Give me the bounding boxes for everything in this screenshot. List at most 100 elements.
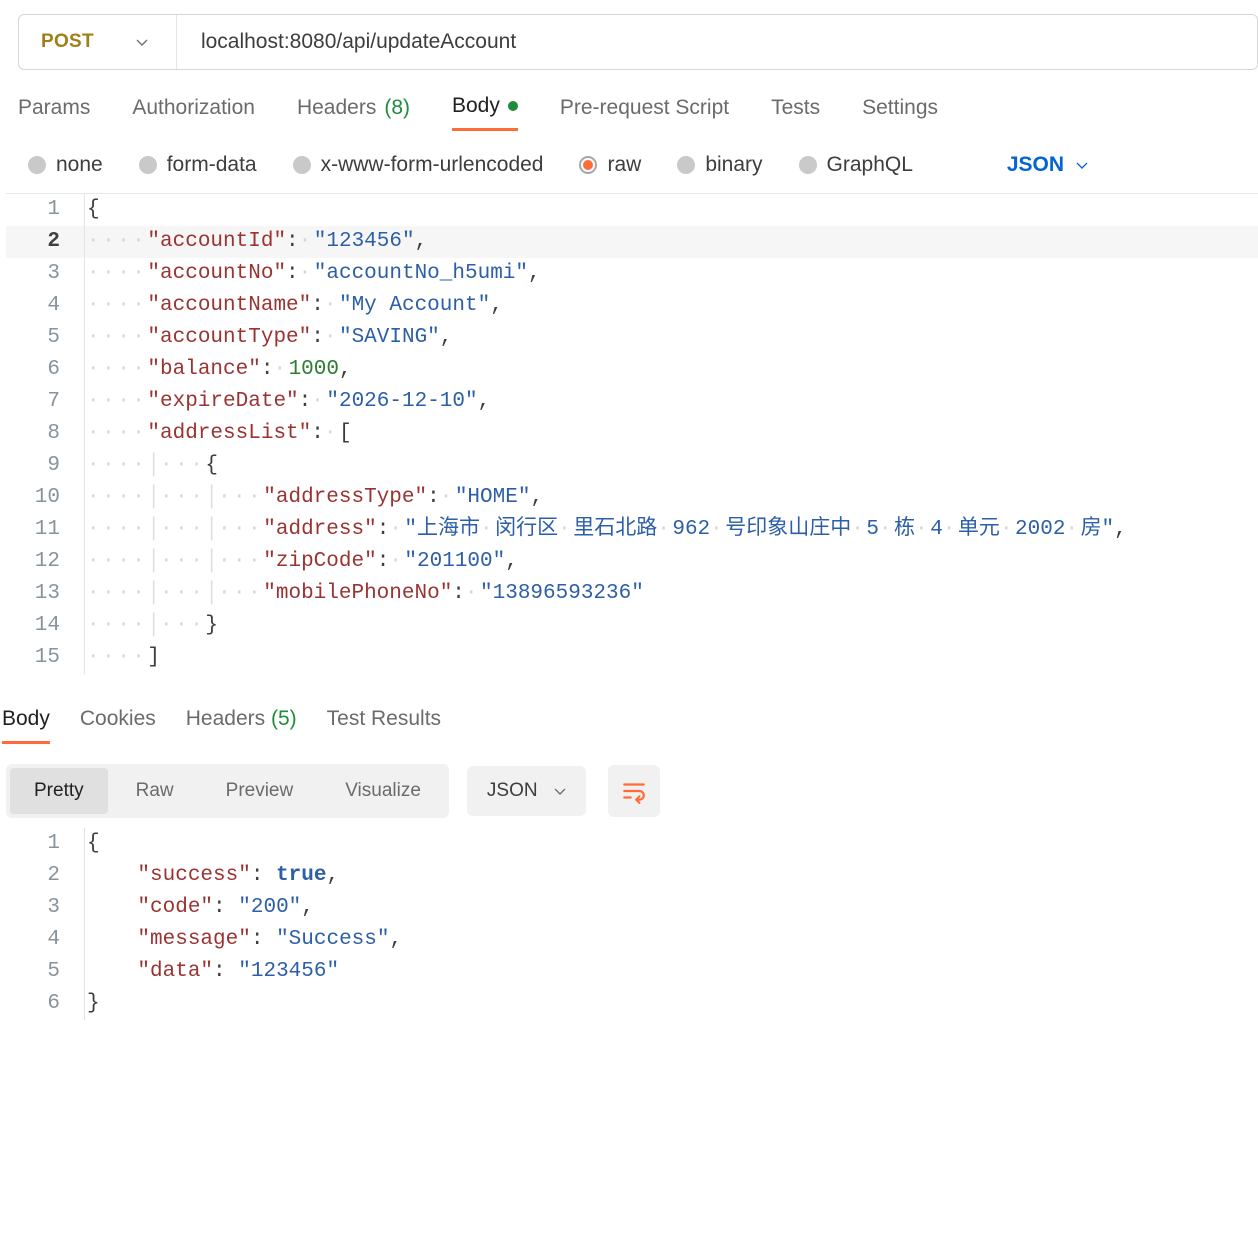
code-line[interactable]: 7····"expireDate":·"2026-12-10",	[6, 386, 1258, 418]
radio-icon	[139, 156, 157, 174]
code-line[interactable]: 13····│···│···"mobilePhoneNo":·"13896593…	[6, 578, 1258, 610]
code-line[interactable]: 9····│···{	[6, 450, 1258, 482]
view-visualize-button[interactable]: Visualize	[321, 768, 445, 814]
body-type-binary[interactable]: binary	[677, 153, 762, 177]
view-pretty-button[interactable]: Pretty	[10, 768, 108, 814]
body-type-none[interactable]: none	[28, 153, 103, 177]
line-number: 10	[6, 482, 84, 514]
body-type-urlencoded[interactable]: x-www-form-urlencoded	[293, 153, 544, 177]
response-view-controls: Pretty Raw Preview Visualize JSON	[6, 764, 1258, 818]
code-line[interactable]: 14····│···}	[6, 610, 1258, 642]
line-number: 4	[6, 924, 84, 956]
code-content: }	[84, 988, 100, 1020]
code-content: ····│···│···"mobilePhoneNo":·"1389659323…	[84, 578, 644, 610]
body-type-raw-label: raw	[607, 153, 641, 177]
line-number: 9	[6, 450, 84, 482]
tab-headers[interactable]: Headers (8)	[297, 96, 410, 130]
code-line[interactable]: 8····"addressList":·[	[6, 418, 1258, 450]
radio-icon	[293, 156, 311, 174]
code-line[interactable]: 6····"balance":·1000,	[6, 354, 1258, 386]
code-content: ····│···│···"zipCode":·"201100",	[84, 546, 518, 578]
tab-params[interactable]: Params	[18, 96, 90, 130]
tab-tests[interactable]: Tests	[771, 96, 820, 130]
http-method-select[interactable]: POST	[19, 15, 177, 69]
code-line[interactable]: 3····"accountNo":·"accountNo_h5umi",	[6, 258, 1258, 290]
body-type-none-label: none	[56, 153, 103, 177]
line-number: 1	[6, 828, 84, 860]
tab-body[interactable]: Body	[452, 94, 518, 131]
line-number: 5	[6, 956, 84, 988]
tab-authorization[interactable]: Authorization	[132, 96, 255, 130]
code-content: ····"expireDate":·"2026-12-10",	[84, 386, 490, 418]
line-number: 4	[6, 290, 84, 322]
resp-tab-cookies[interactable]: Cookies	[80, 703, 156, 744]
line-number: 6	[6, 354, 84, 386]
view-preview-button[interactable]: Preview	[202, 768, 318, 814]
body-language-select[interactable]: JSON	[1007, 153, 1088, 177]
line-number: 15	[6, 642, 84, 674]
body-type-form-data[interactable]: form-data	[139, 153, 257, 177]
code-content: "success": true,	[84, 860, 339, 892]
code-line[interactable]: 11····│···│···"address":·"上海市·闵行区·里石北路·9…	[6, 514, 1258, 546]
code-content: ····"accountName":·"My Account",	[84, 290, 503, 322]
code-line[interactable]: 2 "success": true,	[6, 860, 1258, 892]
code-line[interactable]: 5····"accountType":·"SAVING",	[6, 322, 1258, 354]
response-tabs: Body Cookies Headers (5) Test Results	[0, 702, 1258, 744]
tab-headers-label: Headers	[297, 96, 376, 120]
view-mode-segmented: Pretty Raw Preview Visualize	[6, 764, 449, 818]
code-line[interactable]: 12····│···│···"zipCode":·"201100",	[6, 546, 1258, 578]
tab-body-label: Body	[452, 94, 500, 118]
code-line[interactable]: 1{	[6, 194, 1258, 226]
code-content: ····"accountNo":·"accountNo_h5umi",	[84, 258, 541, 290]
response-language-select[interactable]: JSON	[467, 766, 586, 816]
line-number: 6	[6, 988, 84, 1020]
body-type-raw[interactable]: raw	[579, 153, 641, 177]
line-number: 1	[6, 194, 84, 226]
line-number: 3	[6, 258, 84, 290]
chevron-down-icon	[134, 35, 148, 49]
resp-tab-headers[interactable]: Headers (5)	[186, 703, 297, 744]
code-line[interactable]: 1{	[6, 828, 1258, 860]
line-number: 11	[6, 514, 84, 546]
code-content: ····"addressList":·[	[84, 418, 352, 450]
chevron-down-icon	[552, 784, 566, 798]
code-line[interactable]: 4····"accountName":·"My Account",	[6, 290, 1258, 322]
code-content: ····│···{	[84, 450, 218, 482]
code-line[interactable]: 4 "message": "Success",	[6, 924, 1258, 956]
line-number: 7	[6, 386, 84, 418]
response-body-editor[interactable]: 1{2 "success": true,3 "code": "200",4 "m…	[6, 828, 1258, 1020]
body-type-graphql[interactable]: GraphQL	[799, 153, 913, 177]
wrap-icon	[621, 778, 647, 804]
code-content: ····"accountId":·"123456",	[84, 226, 427, 258]
radio-selected-icon	[579, 156, 597, 174]
chevron-down-icon	[1074, 158, 1088, 172]
tab-settings[interactable]: Settings	[862, 96, 938, 130]
code-content: ····│···}	[84, 610, 218, 642]
code-line[interactable]: 2····"accountId":·"123456",	[6, 226, 1258, 258]
resp-tab-test-results[interactable]: Test Results	[327, 703, 441, 744]
line-number: 13	[6, 578, 84, 610]
radio-icon	[677, 156, 695, 174]
code-line[interactable]: 6}	[6, 988, 1258, 1020]
code-content: "code": "200",	[84, 892, 314, 924]
request-tabs: Params Authorization Headers (8) Body Pr…	[0, 94, 1258, 131]
code-line[interactable]: 5 "data": "123456"	[6, 956, 1258, 988]
line-number: 12	[6, 546, 84, 578]
view-raw-button[interactable]: Raw	[112, 768, 198, 814]
request-body-editor[interactable]: 1{2····"accountId":·"123456",3····"accou…	[6, 193, 1258, 674]
wrap-lines-button[interactable]	[608, 765, 660, 817]
resp-headers-label: Headers	[186, 707, 265, 730]
code-line[interactable]: 15····]	[6, 642, 1258, 674]
line-number: 14	[6, 610, 84, 642]
code-content: {	[84, 828, 100, 860]
resp-tab-body[interactable]: Body	[2, 703, 50, 744]
body-type-form-label: form-data	[167, 153, 257, 177]
body-type-urlenc-label: x-www-form-urlencoded	[321, 153, 544, 177]
code-line[interactable]: 10····│···│···"addressType":·"HOME",	[6, 482, 1258, 514]
tab-prerequest[interactable]: Pre-request Script	[560, 96, 729, 130]
code-line[interactable]: 3 "code": "200",	[6, 892, 1258, 924]
code-content: "message": "Success",	[84, 924, 402, 956]
request-url-bar: POST	[18, 14, 1258, 70]
code-content: {	[84, 194, 100, 226]
request-url-input[interactable]	[177, 15, 1257, 69]
